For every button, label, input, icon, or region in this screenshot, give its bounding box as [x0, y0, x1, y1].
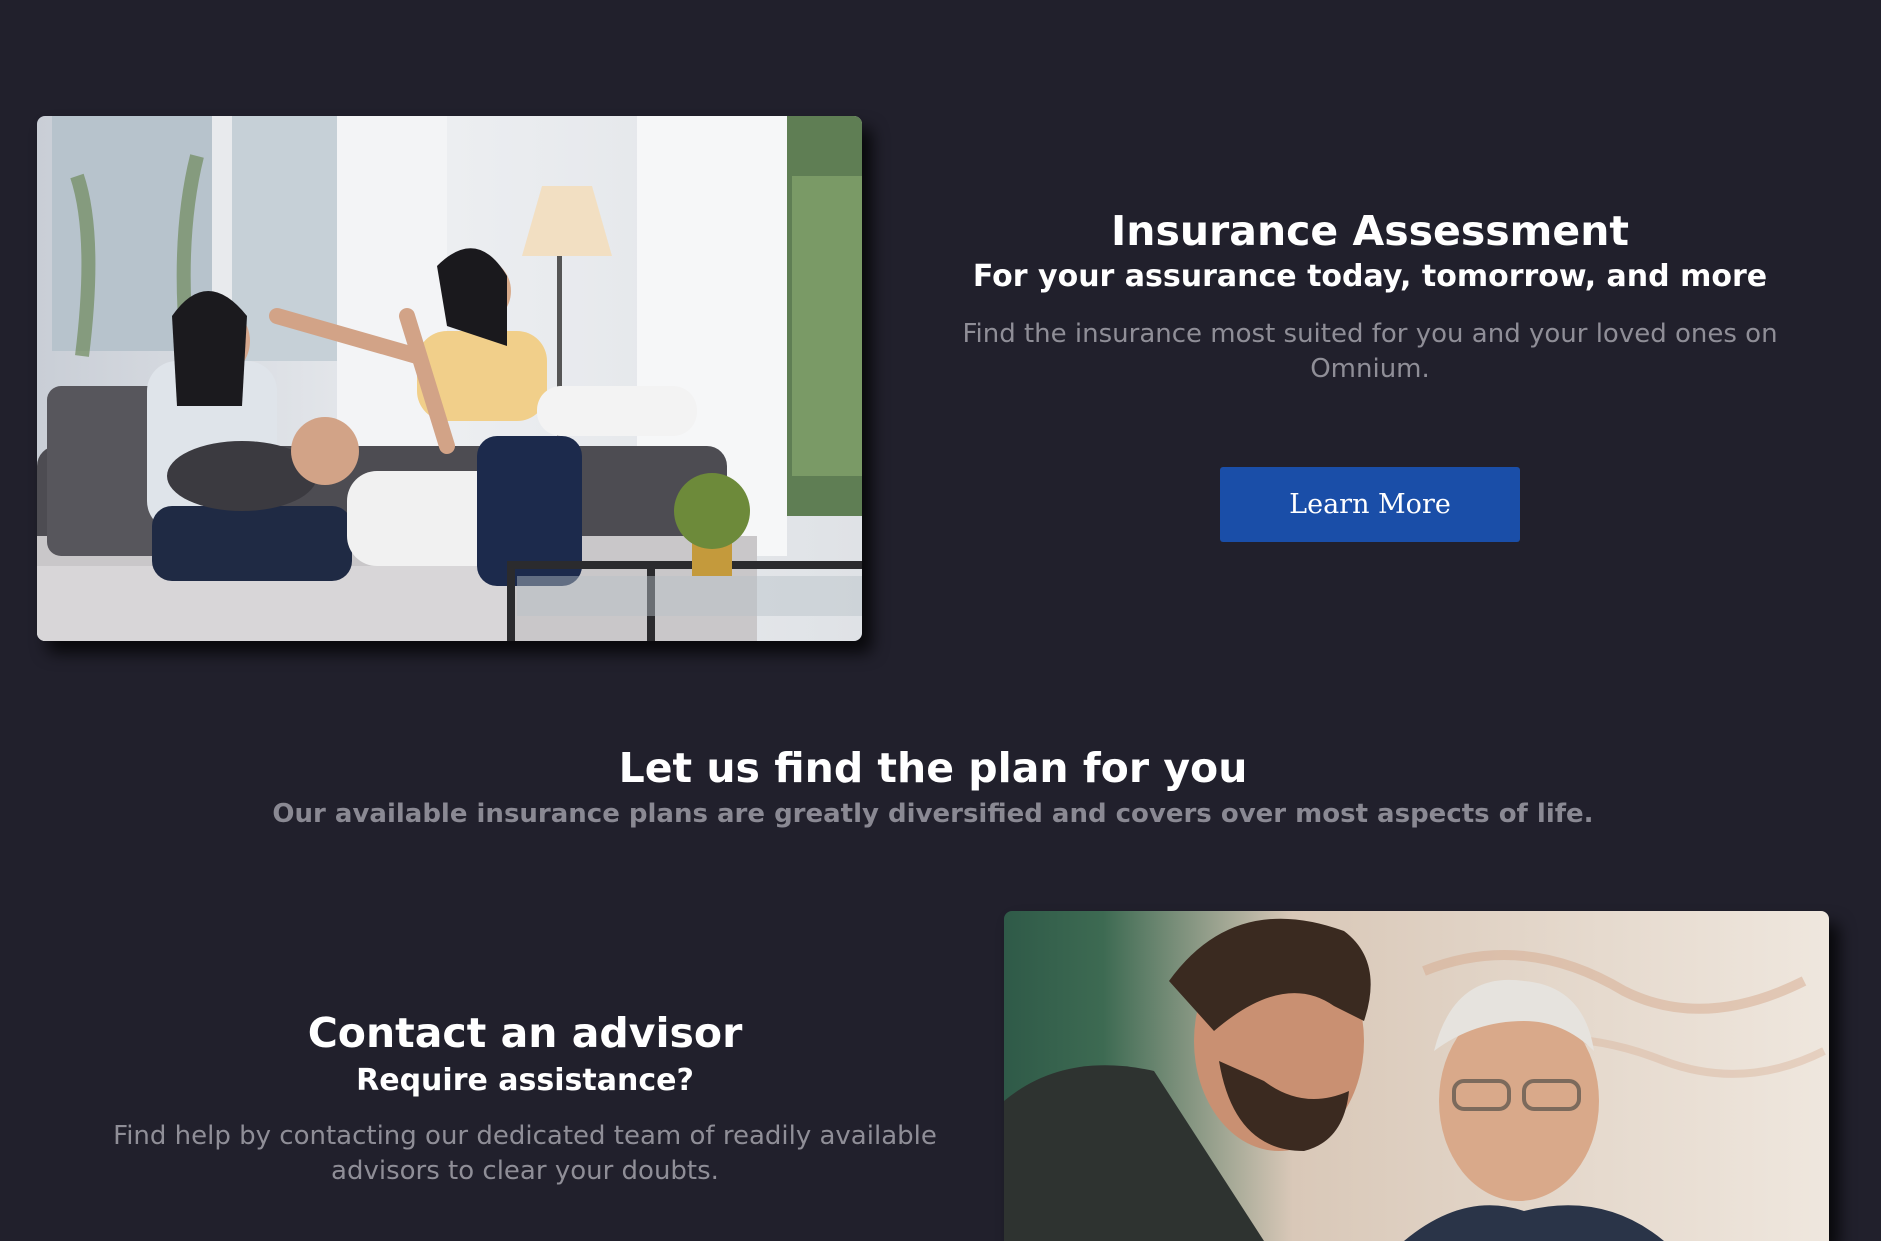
contact-advisor-section: Contact an advisor Require assistance? F…	[105, 1005, 945, 1189]
advisor-description: Find help by contacting our dedicated te…	[113, 1121, 937, 1186]
assessment-description: Find the insurance most suited for you a…	[962, 319, 1778, 384]
family-photo	[37, 116, 862, 641]
plans-title: Let us find the plan for you	[618, 744, 1248, 792]
advisor-subtitle: Require assistance?	[356, 1063, 694, 1098]
advisor-photo	[1004, 911, 1829, 1241]
plans-description: Our available insurance plans are greatl…	[272, 799, 1594, 829]
plans-section: Let us find the plan for you Our availab…	[0, 740, 1866, 832]
assessment-subtitle: For your assurance today, tomorrow, and …	[972, 259, 1768, 294]
insurance-assessment-section: Insurance Assessment For your assurance …	[960, 205, 1780, 387]
learn-more-button[interactable]: Learn More	[1220, 467, 1520, 542]
advisor-title: Contact an advisor	[307, 1009, 743, 1057]
assessment-title: Insurance Assessment	[1111, 207, 1629, 255]
